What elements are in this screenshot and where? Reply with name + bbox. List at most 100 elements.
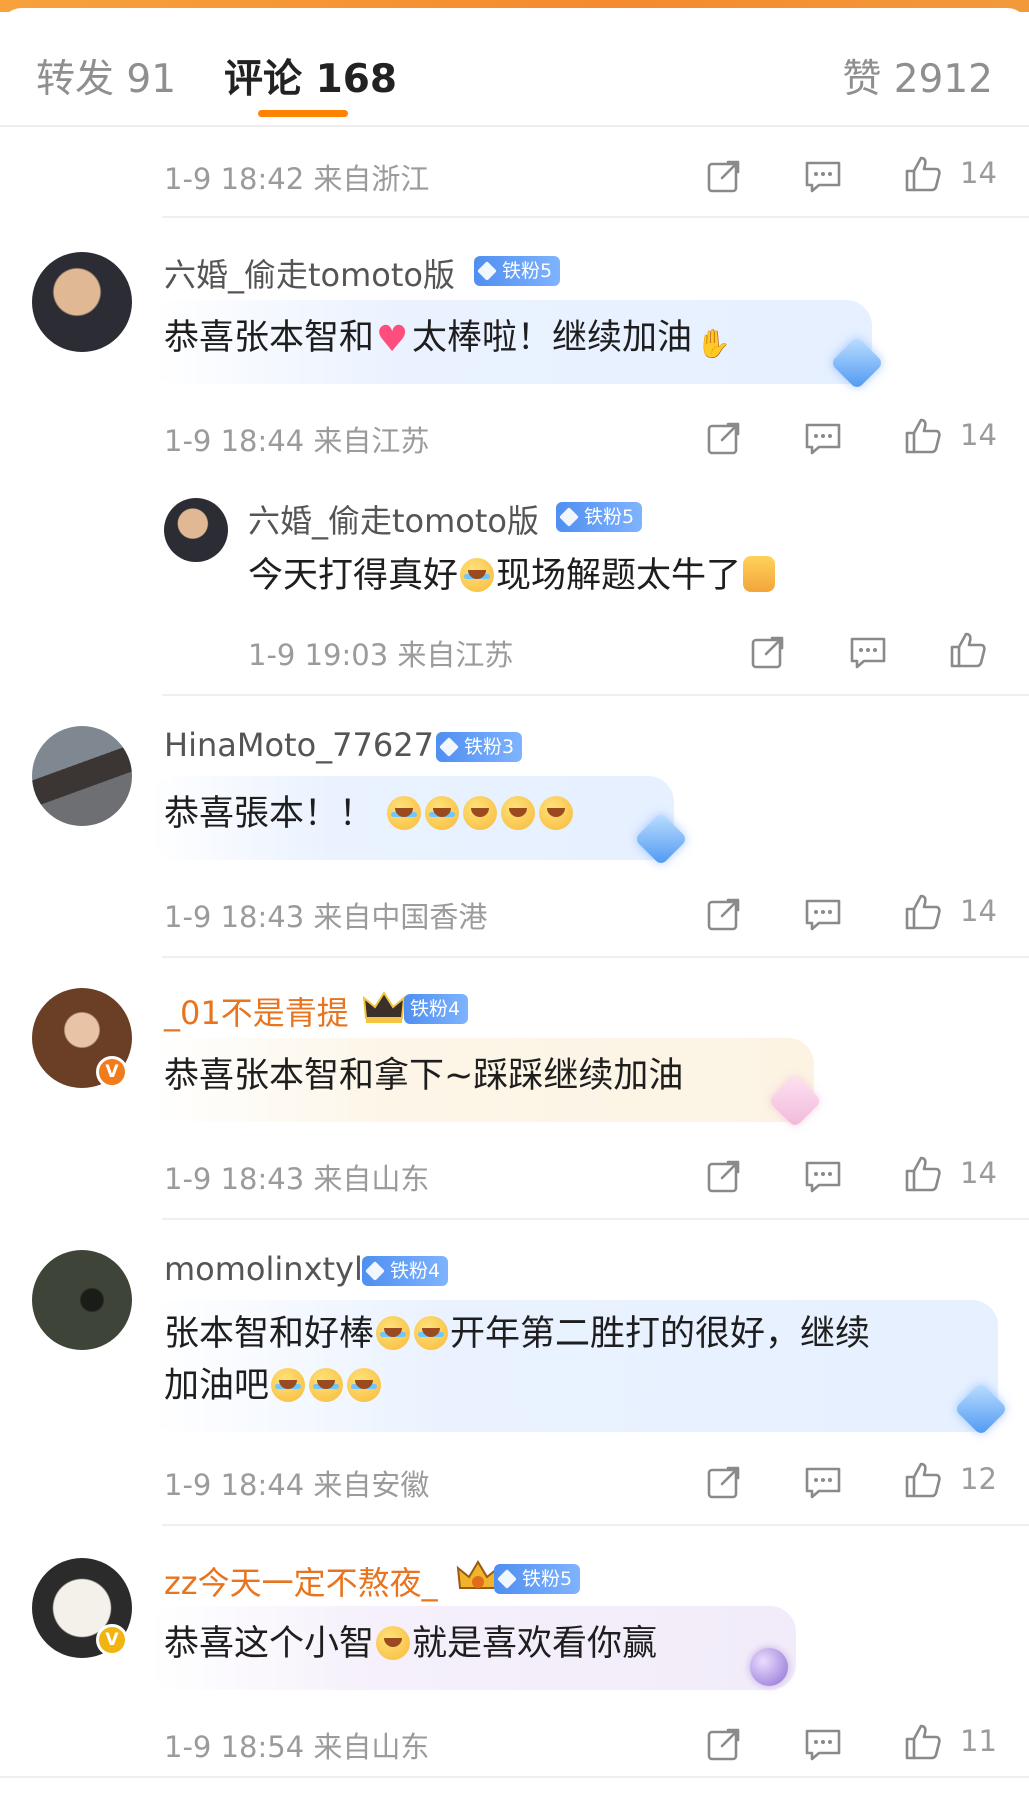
reply-icon[interactable]: [803, 1156, 843, 1196]
like-count: 14: [960, 156, 997, 190]
thumbs-up-emoji-icon: [743, 556, 776, 592]
divider: [0, 1776, 1029, 1778]
crying-emoji-icon: [347, 1368, 382, 1402]
fan-badge: 铁粉5: [556, 502, 643, 532]
username[interactable]: 六婚_偷走tomoto版: [164, 250, 455, 296]
like-count: 14: [960, 1156, 997, 1190]
like-icon[interactable]: [903, 892, 943, 932]
divider: [162, 694, 1029, 696]
laughing-emoji-icon: [463, 796, 498, 830]
reply-username[interactable]: 六婚_偷走tomoto版: [248, 496, 539, 542]
tab-likes[interactable]: 赞 2912: [842, 48, 993, 104]
comment-text-part: 恭喜这个小智: [164, 1624, 375, 1664]
comment-meta: 1-9 18:44 来自安徽: [164, 1468, 430, 1502]
reply-icon[interactable]: [803, 1724, 843, 1764]
tab-repost[interactable]: 转发 91: [36, 48, 176, 104]
share-icon[interactable]: [704, 1156, 744, 1196]
divider: [162, 1524, 1029, 1526]
like-count: 14: [960, 894, 997, 928]
fan-badge: 铁粉3: [436, 732, 523, 762]
verified-badge-icon: V: [96, 1624, 128, 1656]
like-icon[interactable]: [948, 630, 988, 670]
reply-icon[interactable]: [803, 418, 843, 458]
share-icon[interactable]: [704, 418, 744, 458]
active-tab-indicator: [258, 110, 348, 117]
comment-text-part: 张本智和好棒: [164, 1314, 375, 1354]
comment-meta: 1-9 18:43 来自山东: [164, 1162, 430, 1196]
comment-text[interactable]: 恭喜这个小智 就是喜欢看你赢: [164, 1618, 657, 1670]
kiss-emoji-icon: [376, 1626, 411, 1660]
crying-emoji-icon: [309, 1368, 344, 1402]
tab-comments[interactable]: 评论 168: [224, 48, 397, 104]
username[interactable]: zz今天一定不熬夜_: [164, 1558, 438, 1604]
reply-icon[interactable]: [803, 894, 843, 934]
diamond-icon: [365, 1261, 385, 1281]
divider: [162, 216, 1029, 218]
diamond-icon: [439, 737, 459, 757]
username[interactable]: _01不是青提: [164, 988, 349, 1034]
fan-badge-label: 铁粉5: [522, 1568, 573, 1590]
like-icon[interactable]: [903, 1154, 943, 1194]
crown-icon: [362, 990, 406, 1024]
comment-text-part: 开年第二胜打的很好，继续: [450, 1314, 871, 1354]
comment-meta: 1-9 18:42 来自浙江: [164, 162, 430, 196]
share-icon[interactable]: [748, 632, 788, 672]
comment-meta: 1-9 18:44 来自江苏: [164, 424, 430, 458]
like-icon[interactable]: [903, 1460, 943, 1500]
crying-emoji-icon: [387, 796, 422, 830]
crying-emoji-icon: [376, 1316, 411, 1350]
share-icon[interactable]: [704, 1724, 744, 1764]
share-icon[interactable]: [704, 156, 744, 196]
username[interactable]: HinaMoto_77627: [164, 726, 434, 764]
like-icon[interactable]: [903, 416, 943, 456]
reply-meta: 1-9 19:03 来自江苏: [248, 638, 514, 672]
reply-icon[interactable]: [848, 632, 888, 672]
diamond-icon: [477, 261, 497, 281]
comment-text-part: 现场解题太牛了: [496, 556, 742, 596]
divider: [162, 1218, 1029, 1220]
comment-meta: 1-9 18:54 来自山东: [164, 1730, 430, 1764]
fan-badge: 铁粉4: [362, 1256, 449, 1286]
reply-icon[interactable]: [803, 1462, 843, 1502]
comment-text-part: 恭喜張本！！: [164, 794, 375, 834]
crying-emoji-icon: [414, 1316, 449, 1350]
share-icon[interactable]: [704, 1462, 744, 1502]
share-icon[interactable]: [704, 894, 744, 934]
diamond-icon: [497, 1569, 517, 1589]
pray-emoji-icon: [694, 318, 731, 370]
verified-badge-icon: V: [96, 1056, 128, 1088]
comment-text[interactable]: 恭喜张本智和拿下~踩踩继续加油: [164, 1050, 683, 1102]
avatar[interactable]: [32, 252, 132, 352]
reply-icon[interactable]: [803, 156, 843, 196]
fan-badge-label: 铁粉5: [584, 506, 635, 528]
comment-text[interactable]: 张本智和好棒 开年第二胜打的很好，继续: [164, 1308, 870, 1360]
avatar[interactable]: [32, 726, 132, 826]
reply-text[interactable]: 今天打得真好 现场解题太牛了: [248, 550, 777, 602]
fan-badge: 铁粉5: [494, 1564, 581, 1594]
fan-badge-label: 铁粉5: [502, 260, 553, 282]
reply-avatar[interactable]: [164, 498, 228, 562]
fan-badge-label: 铁粉4: [410, 998, 461, 1020]
avatar[interactable]: [32, 1250, 132, 1350]
comment-text-part: 今天打得真好: [248, 556, 459, 596]
comment-text-line2[interactable]: 加油吧: [164, 1360, 383, 1412]
fan-badge-label: 铁粉3: [464, 736, 515, 758]
comment-text-part: 加油吧: [164, 1366, 270, 1406]
like-count: 14: [960, 418, 997, 452]
like-icon[interactable]: [903, 1722, 943, 1762]
crying-emoji-icon: [460, 558, 495, 592]
comment-text[interactable]: 恭喜张本智和太棒啦！继续加油: [164, 312, 731, 370]
divider: [162, 956, 1029, 958]
username[interactable]: momolinxtyl: [164, 1250, 363, 1288]
tab-bar: 转发 91 评论 168 赞 2912: [0, 8, 1029, 126]
comment-text-part: 恭喜张本智和: [164, 318, 375, 358]
fan-badge-label: 铁粉4: [390, 1260, 441, 1282]
tab-divider: [0, 125, 1029, 127]
like-count: 11: [960, 1724, 997, 1758]
fan-badge: 铁粉4: [404, 994, 469, 1024]
like-count: 12: [960, 1462, 997, 1496]
laughing-emoji-icon: [501, 796, 536, 830]
crystal-ball-decoration-icon: [750, 1648, 788, 1686]
comment-text[interactable]: 恭喜張本！！: [164, 788, 575, 840]
like-icon[interactable]: [903, 154, 943, 194]
